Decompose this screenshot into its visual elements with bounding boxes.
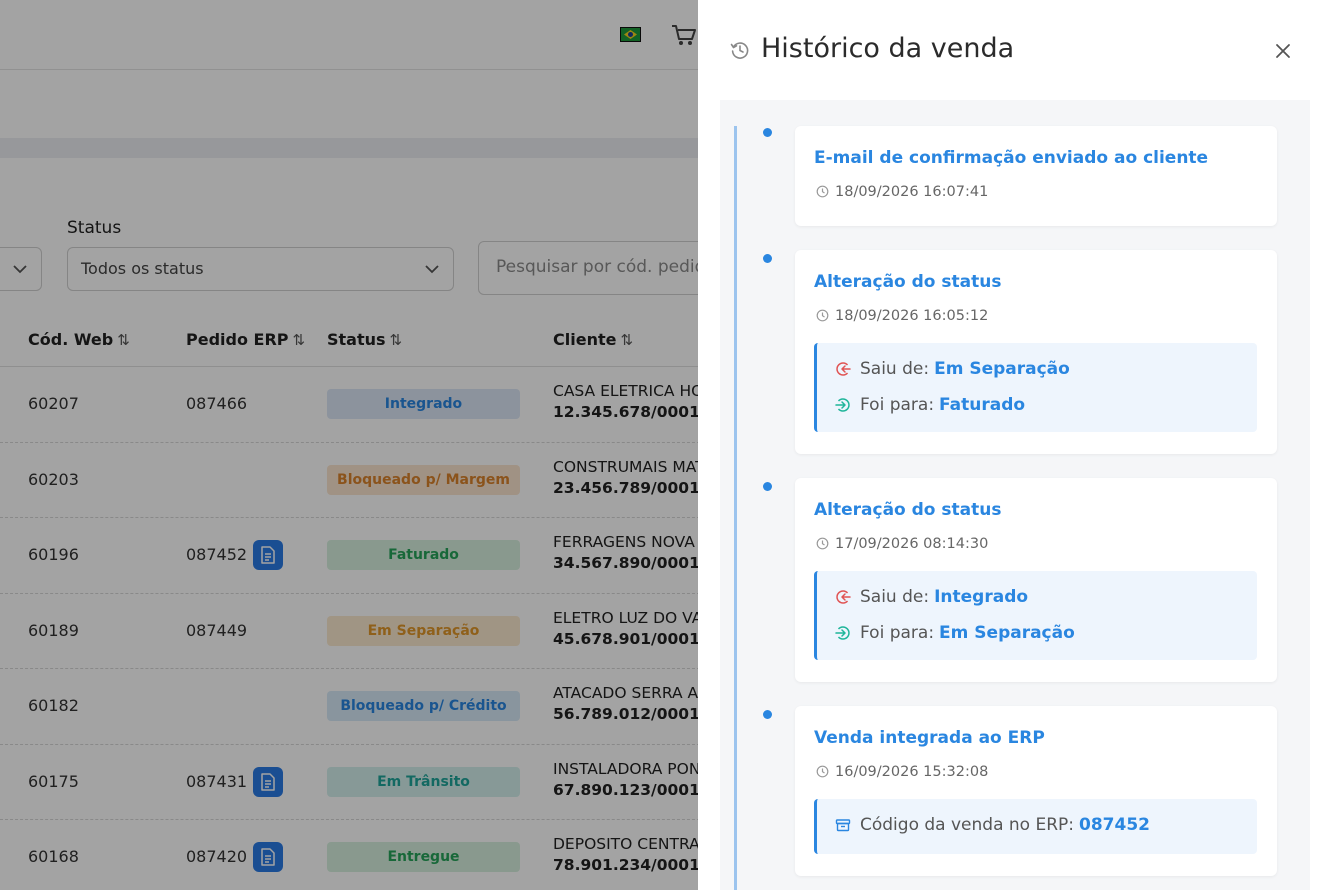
archive-icon xyxy=(835,819,851,832)
event-timestamp: 16/09/2026 15:32:08 xyxy=(816,764,988,780)
status-from-line: Saiu de: Integrado xyxy=(835,587,1028,607)
timeline-dot xyxy=(763,482,772,491)
clock-icon xyxy=(816,537,829,550)
event-title: E-mail de confirmação enviado ao cliente xyxy=(814,148,1209,168)
event-timestamp: 18/09/2026 16:07:41 xyxy=(816,184,988,200)
timeline-card-status-change: Alteração do status 17/09/2026 08:14:30 … xyxy=(795,478,1277,682)
erp-code-line: Código da venda no ERP: 087452 xyxy=(835,815,1150,835)
event-timestamp: 17/09/2026 08:14:30 xyxy=(816,536,988,552)
timeline-card-email: E-mail de confirmação enviado ao cliente… xyxy=(795,126,1277,226)
clock-icon xyxy=(816,185,829,198)
event-title: Venda integrada ao ERP xyxy=(814,728,1045,748)
timeline-dot xyxy=(763,254,772,263)
modal-backdrop[interactable] xyxy=(0,0,698,890)
history-icon xyxy=(730,42,749,59)
drawer-title: Histórico da venda xyxy=(761,33,1015,64)
timeline-dot xyxy=(763,128,772,137)
status-to-line: Foi para: Em Separação xyxy=(835,623,1075,643)
enter-icon xyxy=(835,626,850,640)
timeline-dot xyxy=(763,710,772,719)
clock-icon xyxy=(816,765,829,778)
exit-icon xyxy=(836,362,851,376)
event-timestamp: 18/09/2026 16:05:12 xyxy=(816,308,988,324)
status-change-detail: Saiu de: Em Separação Foi para: Faturado xyxy=(814,343,1257,432)
erp-code-detail: Código da venda no ERP: 087452 xyxy=(814,799,1257,854)
timeline-card-erp-integration: Venda integrada ao ERP 16/09/2026 15:32:… xyxy=(795,706,1277,876)
event-title: Alteração do status xyxy=(814,272,1002,292)
timeline-card-status-change: Alteração do status 18/09/2026 16:05:12 … xyxy=(795,250,1277,454)
event-title: Alteração do status xyxy=(814,500,1002,520)
close-icon[interactable] xyxy=(1272,40,1294,62)
status-change-detail: Saiu de: Integrado Foi para: Em Separação xyxy=(814,571,1257,660)
timeline-panel: E-mail de confirmação enviado ao cliente… xyxy=(720,100,1310,890)
history-drawer: Histórico da venda E-mail de confirmação… xyxy=(698,0,1332,890)
clock-icon xyxy=(816,309,829,322)
timeline-line xyxy=(734,126,737,890)
exit-icon xyxy=(836,590,851,604)
enter-icon xyxy=(835,398,850,412)
status-to-line: Foi para: Faturado xyxy=(835,395,1025,415)
status-from-line: Saiu de: Em Separação xyxy=(835,359,1070,379)
drawer-header: Histórico da venda xyxy=(698,0,1332,100)
